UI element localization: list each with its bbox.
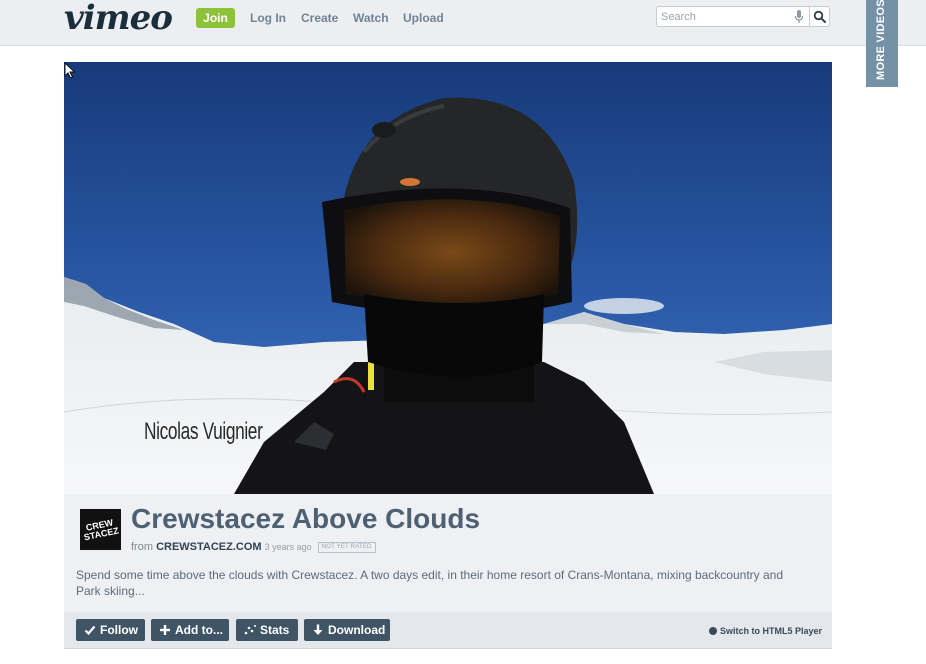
vimeo-logo[interactable]: vimeo <box>64 0 173 38</box>
nav-upload-link[interactable]: Upload <box>403 11 444 25</box>
mouse-cursor-icon <box>64 62 76 79</box>
download-arrow-icon <box>313 624 323 635</box>
download-label: Download <box>328 623 386 637</box>
html5-toggle-icon <box>709 627 717 635</box>
search-box <box>656 6 830 27</box>
video-player[interactable]: Nicolas Vuignier <box>64 62 832 494</box>
stats-button[interactable]: Stats <box>236 619 298 641</box>
video-title: Crewstacez Above Clouds <box>131 503 481 534</box>
top-navigation-bar: vimeo Join Log In Create Watch Upload <box>0 0 926 46</box>
checkmark-icon <box>84 625 96 636</box>
channel-name-link[interactable]: CREWSTACEZ.COM <box>156 541 262 553</box>
nav-create-link[interactable]: Create <box>301 11 338 25</box>
nav-log-in-link[interactable]: Log In <box>250 11 286 25</box>
more-videos-label: MORE VIDEOS <box>875 0 887 80</box>
download-button[interactable]: Download <box>304 619 390 641</box>
video-overlay-caption: Nicolas Vuignier <box>144 418 263 445</box>
html5-switch-label: Switch to HTML5 Player <box>720 626 823 636</box>
from-label: from <box>131 541 153 553</box>
microphone-icon[interactable] <box>794 10 804 24</box>
video-description: Spend some time above the clouds with Cr… <box>76 568 784 598</box>
rating-badge: NOT YET RATED <box>317 541 376 553</box>
search-input[interactable] <box>661 9 791 24</box>
search-divider <box>809 7 810 26</box>
search-icon[interactable] <box>813 10 827 24</box>
add-to-button[interactable]: Add to... <box>151 619 229 641</box>
follow-label: Follow <box>100 623 138 637</box>
add-to-label: Add to... <box>175 623 223 637</box>
video-info-panel: CREW STACEZ Crewstacez Above Clouds from… <box>64 494 832 612</box>
plus-icon <box>160 625 170 635</box>
video-action-bar: Follow Add to... Stats Download Switch t… <box>64 612 832 649</box>
stats-label: Stats <box>260 623 290 637</box>
follow-button[interactable]: Follow <box>76 619 145 641</box>
join-button[interactable]: Join <box>196 8 235 28</box>
nav-watch-link[interactable]: Watch <box>353 11 389 25</box>
channel-avatar-text: CREW STACEZ <box>83 517 120 543</box>
stats-icon <box>244 625 256 635</box>
switch-html5-player-link[interactable]: Switch to HTML5 Player <box>709 626 822 636</box>
posted-time: 3 years ago <box>264 542 312 552</box>
more-videos-tab[interactable]: MORE VIDEOS <box>866 0 898 87</box>
channel-avatar[interactable]: CREW STACEZ <box>80 509 121 550</box>
video-byline: from CREWSTACEZ.COM 3 years ago NOT YET … <box>131 541 376 553</box>
